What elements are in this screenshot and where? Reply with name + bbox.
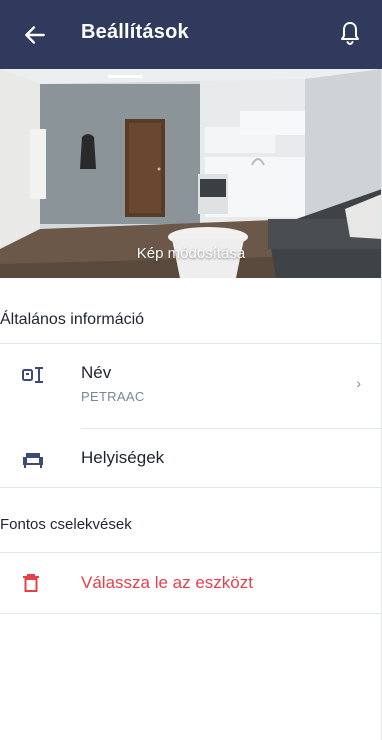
divider (0, 613, 382, 614)
rooms-row-label: Helyiségek (81, 448, 165, 467)
disconnect-device-label: Válassza le az eszközt (81, 573, 253, 592)
section-title-actions: Fontos cselekvések (0, 516, 132, 533)
app-bar: Beállítások (0, 0, 382, 69)
sofa-icon (23, 453, 43, 468)
name-row-value: PETRAAC (81, 389, 145, 404)
rooms-row[interactable]: Helyiségek (0, 429, 382, 487)
badge-icon (22, 367, 43, 383)
bell-icon[interactable] (338, 20, 362, 48)
disconnect-device-row[interactable]: Válassza le az eszközt (0, 553, 382, 613)
trash-icon (23, 574, 39, 592)
section-title-general: Általános információ (0, 311, 145, 328)
divider (0, 487, 382, 488)
chevron-right-icon: › (356, 375, 361, 391)
name-row[interactable]: Név PETRAAC › (0, 344, 382, 428)
arrow-left-icon[interactable] (22, 22, 48, 48)
room-photo[interactable]: Kép módosítása (0, 69, 382, 278)
change-photo-caption[interactable]: Kép módosítása (0, 245, 382, 262)
page-title: Beállítások (81, 21, 189, 43)
name-row-label: Név (81, 363, 112, 382)
